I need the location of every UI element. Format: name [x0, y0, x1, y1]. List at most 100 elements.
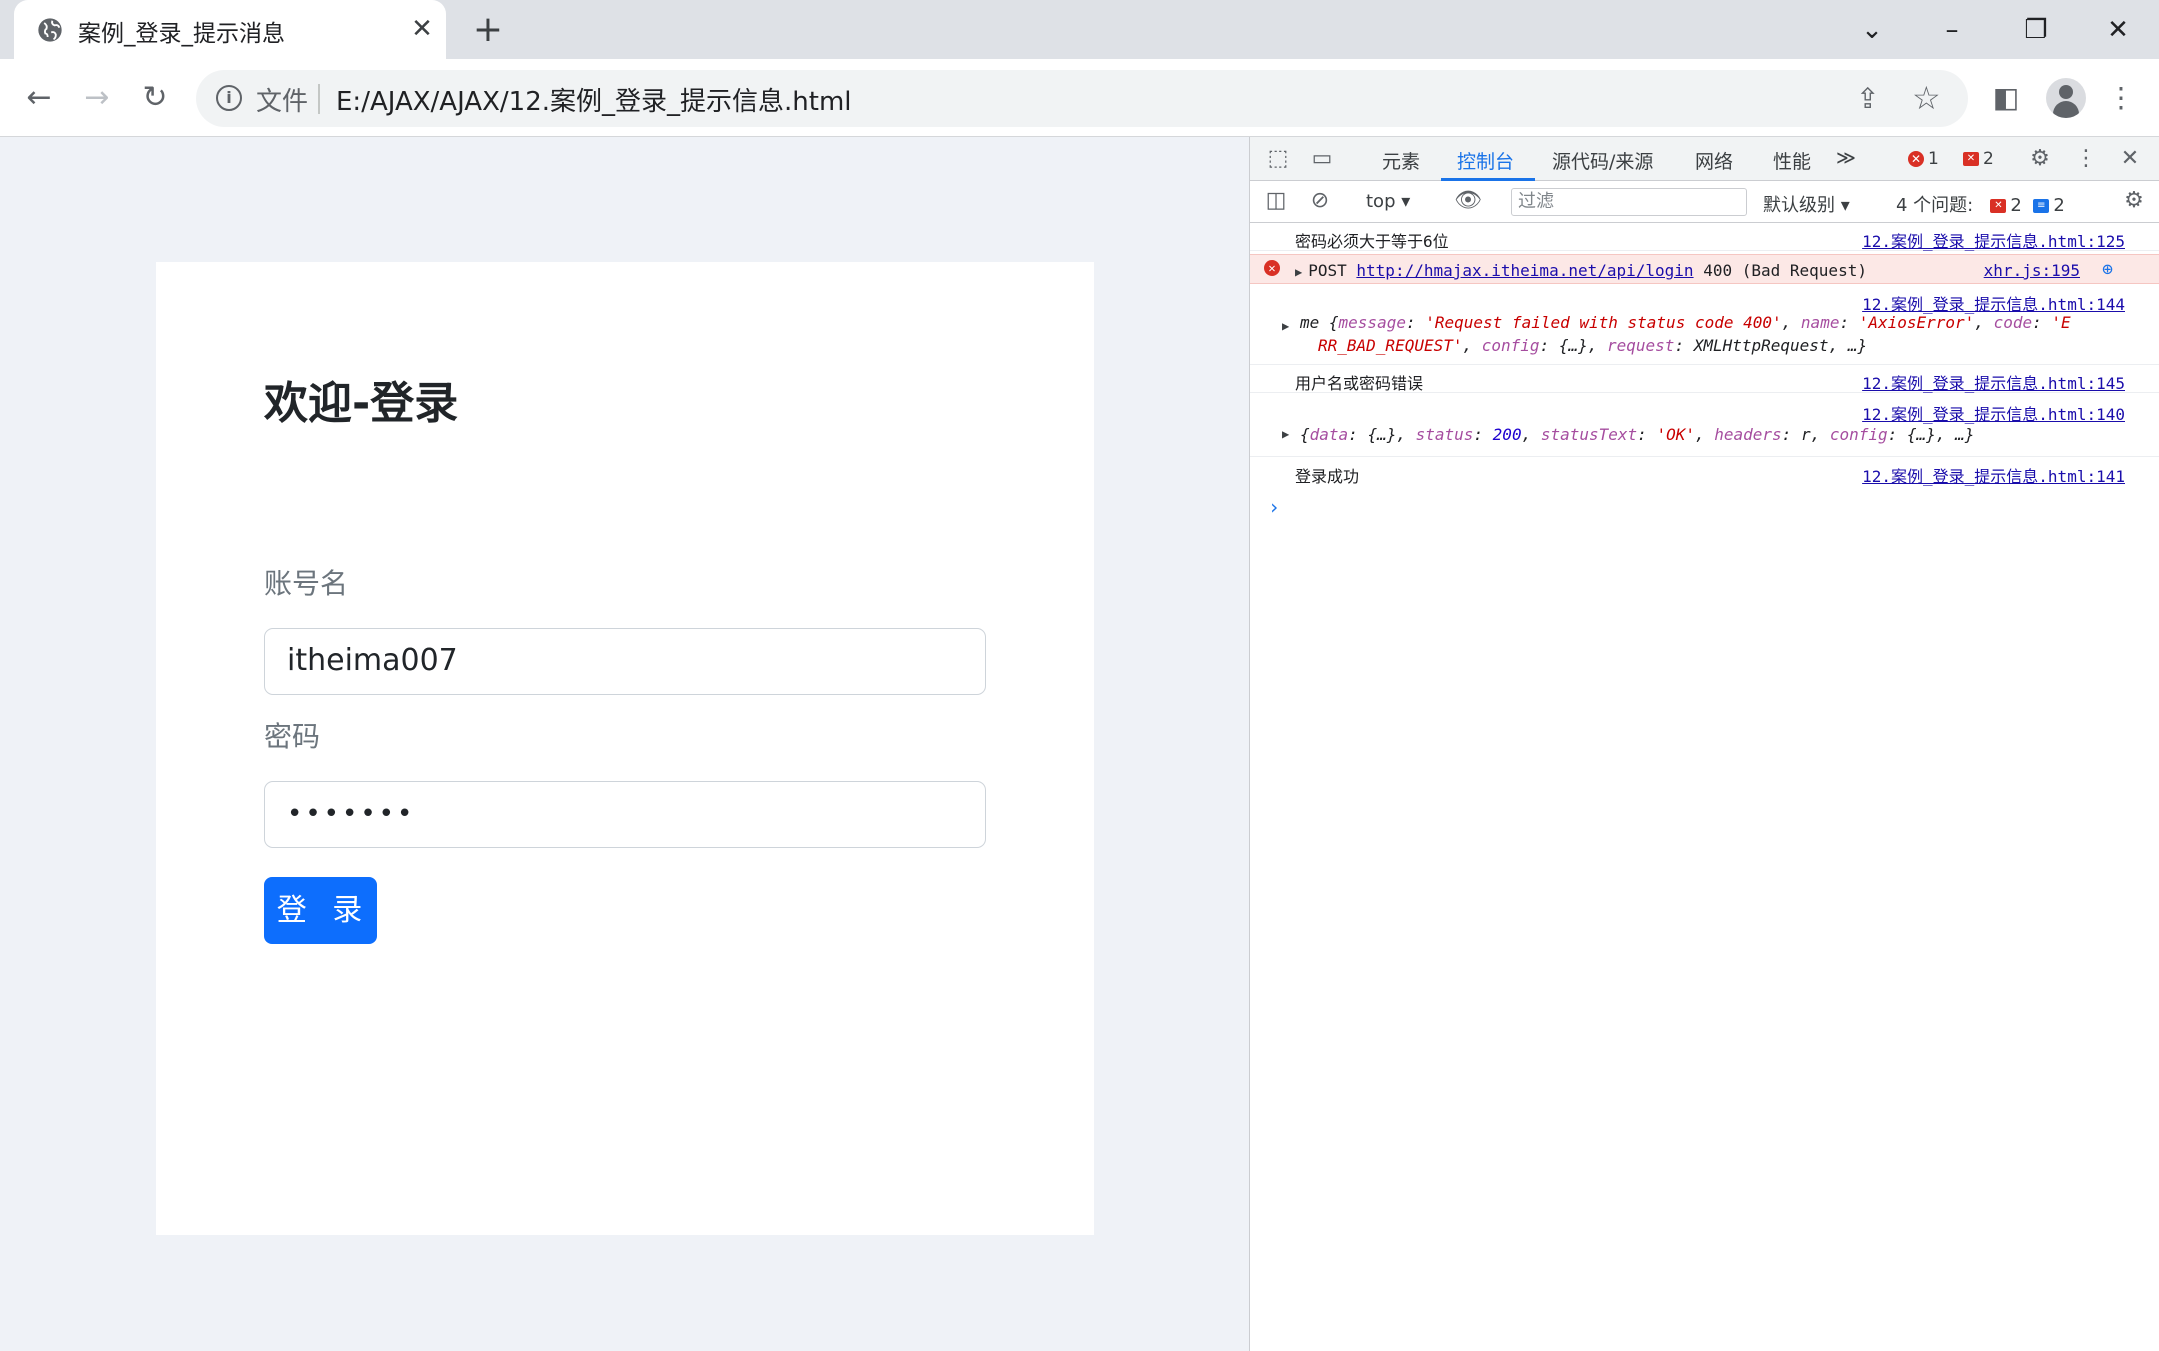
object-value: 200	[1492, 425, 1522, 444]
issues-error-count: 2	[2010, 195, 2022, 216]
network-panel-icon[interactable]: ⊕	[2102, 259, 2113, 280]
reload-icon[interactable]: ↻	[134, 77, 176, 119]
devtools-panel: ⬚ ▭ 元素 控制台 源代码/来源 网络 性能 ≫ ✕ 1 ✕ 2 ⚙ ⋮ ✕ ◫ …	[1249, 137, 2159, 1351]
tab-search-icon[interactable]: ⌄	[1852, 10, 1892, 50]
console-toolbar: ◫ ⊘ top ▾ 👁 过滤 默认级别 ▾ 4 个问题: ✕ 2 ≡ 2 ⚙	[1250, 181, 2159, 223]
username-label: 账号名	[264, 567, 349, 600]
tab-console[interactable]: 控制台	[1457, 147, 1514, 174]
source-link[interactable]: 12.案例_登录_提示信息.html:140	[1862, 401, 2125, 425]
settings-gear-icon[interactable]: ⚙	[2026, 145, 2054, 173]
console-text: 用户名或密码错误	[1295, 374, 1424, 393]
bookmark-star-icon[interactable]: ☆	[1912, 79, 1941, 117]
share-icon[interactable]: ⇪	[1856, 82, 1879, 115]
close-devtools-icon[interactable]: ✕	[2116, 145, 2144, 173]
tab-elements[interactable]: 元素	[1382, 147, 1420, 174]
issues-info-icon: ≡	[2033, 199, 2050, 213]
tab-close-icon[interactable]: ✕	[406, 13, 438, 45]
object-value: r	[1800, 425, 1811, 444]
object-value: {…}	[1558, 336, 1588, 355]
site-info-icon[interactable]: i	[216, 85, 242, 111]
source-link[interactable]: 12.案例_登录_提示信息.html:144	[1862, 291, 2125, 315]
tab-strip: 案例_登录_提示消息 ✕ + ⌄ – ❐ ✕	[0, 0, 2159, 59]
tab-title: 案例_登录_提示消息	[78, 21, 285, 47]
log-level-selector[interactable]: 默认级别 ▾	[1763, 191, 1850, 217]
globe-icon	[38, 18, 62, 42]
object-key: code	[1993, 313, 2033, 332]
devtools-tabbar: ⬚ ▭ 元素 控制台 源代码/来源 网络 性能 ≫ ✕ 1 ✕ 2 ⚙ ⋮ ✕	[1250, 137, 2159, 181]
source-link[interactable]: 12.案例_登录_提示信息.html:125	[1862, 228, 2125, 252]
object-key: message	[1338, 313, 1406, 332]
inspect-element-icon[interactable]: ⬚	[1264, 145, 1292, 173]
tab-performance[interactable]: 性能	[1773, 147, 1811, 174]
object-key: headers	[1714, 425, 1782, 444]
expand-triangle-icon[interactable]: ▶	[1295, 265, 1302, 279]
object-ellipsis: …}	[1955, 425, 1975, 444]
address-bar[interactable]: i 文件 E:/AJAX/AJAX/12.案例_登录_提示信息.html ⇪ ☆	[196, 70, 1968, 127]
minimize-icon[interactable]: –	[1932, 10, 1972, 50]
expand-triangle-icon[interactable]: ▶	[1282, 319, 1289, 333]
browser-tab[interactable]: 案例_登录_提示消息 ✕	[14, 0, 446, 59]
warning-counter[interactable]: ✕ 2	[1963, 149, 1994, 169]
console-message: 用户名或密码错误 12.案例_登录_提示信息.html:145	[1250, 365, 2159, 393]
username-input[interactable]: itheima007	[264, 628, 986, 695]
context-selector[interactable]: top ▾	[1366, 191, 1410, 212]
forward-icon[interactable]: →	[76, 77, 118, 119]
avatar-body	[2053, 101, 2079, 118]
clear-console-icon[interactable]: ⊘	[1306, 187, 1334, 215]
issues-button[interactable]: 4 个问题: ✕ 2 ≡ 2	[1896, 191, 2065, 217]
sidebar-toggle-icon[interactable]: ◫	[1262, 187, 1290, 215]
source-link[interactable]: 12.案例_登录_提示信息.html:145	[1862, 370, 2125, 394]
device-toolbar-icon[interactable]: ▭	[1308, 145, 1336, 173]
avatar-head	[2059, 85, 2073, 99]
issues-info-count: 2	[2053, 195, 2065, 216]
console-prompt[interactable]: ›	[1268, 495, 1280, 519]
menu-icon[interactable]: ⋮	[2106, 77, 2136, 119]
address-divider	[318, 84, 320, 114]
object-key: status	[1415, 425, 1474, 444]
issues-error-icon: ✕	[1990, 199, 2007, 213]
page-viewport: 欢迎-登录 账号名 itheima007 密码 ••••••• 登 录	[0, 137, 1249, 1351]
console-object-message: 12.案例_登录_提示信息.html:140 ▶ {data: {…}, stat…	[1250, 395, 2159, 457]
error-object-line-2: RR_BAD_REQUEST', config: {…}, request: X…	[1318, 336, 1868, 355]
object-value: RR_BAD_REQUEST'	[1318, 336, 1463, 355]
console-filter-input[interactable]: 过滤	[1511, 188, 1747, 216]
request-url[interactable]: http://hmajax.itheima.net/api/login	[1356, 261, 1693, 280]
error-counter[interactable]: ✕ 1	[1908, 149, 1939, 169]
address-url[interactable]: E:/AJAX/AJAX/12.案例_登录_提示信息.html	[336, 81, 852, 118]
console-text: 登录成功	[1295, 467, 1360, 486]
tab-sources[interactable]: 源代码/来源	[1552, 147, 1653, 174]
console-settings-icon[interactable]: ⚙	[2120, 187, 2148, 215]
issue-error-icon: ✕	[1963, 152, 1979, 166]
close-window-icon[interactable]: ✕	[2098, 10, 2138, 50]
new-tab-button[interactable]: +	[470, 12, 506, 48]
password-input[interactable]: •••••••	[264, 781, 986, 848]
profile-avatar[interactable]	[2046, 78, 2086, 118]
login-button[interactable]: 登 录	[264, 877, 377, 944]
restore-icon[interactable]: ❐	[2016, 10, 2056, 50]
log-level-value: 默认级别	[1763, 195, 1835, 216]
source-link[interactable]: xhr.js:195	[1984, 261, 2080, 280]
issues-label: 4 个问题:	[1896, 195, 1974, 216]
object-key: name	[1800, 313, 1840, 332]
object-name: me	[1300, 313, 1320, 332]
console-error-message: ✕ ▶ POST http://hmajax.itheima.net/api/lo…	[1250, 254, 2159, 284]
object-value: XMLHttpRequest	[1693, 336, 1829, 355]
more-tabs-icon[interactable]: ≫	[1836, 147, 1856, 169]
devtools-menu-icon[interactable]: ⋮	[2072, 145, 2100, 173]
source-link[interactable]: 12.案例_登录_提示信息.html:141	[1862, 463, 2125, 487]
object-key: request	[1607, 336, 1675, 355]
address-scheme: 文件	[256, 87, 309, 117]
error-count: 1	[1928, 149, 1939, 169]
object-value: 'AxiosError'	[1858, 313, 1975, 332]
page-title: 欢迎-登录	[264, 378, 459, 429]
error-icon: ✕	[1908, 151, 1924, 167]
live-expression-eye-icon[interactable]: 👁	[1454, 187, 1482, 215]
back-icon[interactable]: ←	[18, 77, 60, 119]
request-method: POST	[1308, 261, 1347, 280]
side-panel-icon[interactable]: ◧	[1986, 77, 2026, 119]
expand-triangle-icon[interactable]: ▶	[1282, 427, 1289, 441]
console-message: 密码必须大于等于6位 12.案例_登录_提示信息.html:125	[1250, 223, 2159, 251]
object-value: {…}	[1367, 425, 1397, 444]
tab-network[interactable]: 网络	[1695, 147, 1733, 174]
console-text: ▶ POST http://hmajax.itheima.net/api/logi…	[1295, 261, 1867, 280]
